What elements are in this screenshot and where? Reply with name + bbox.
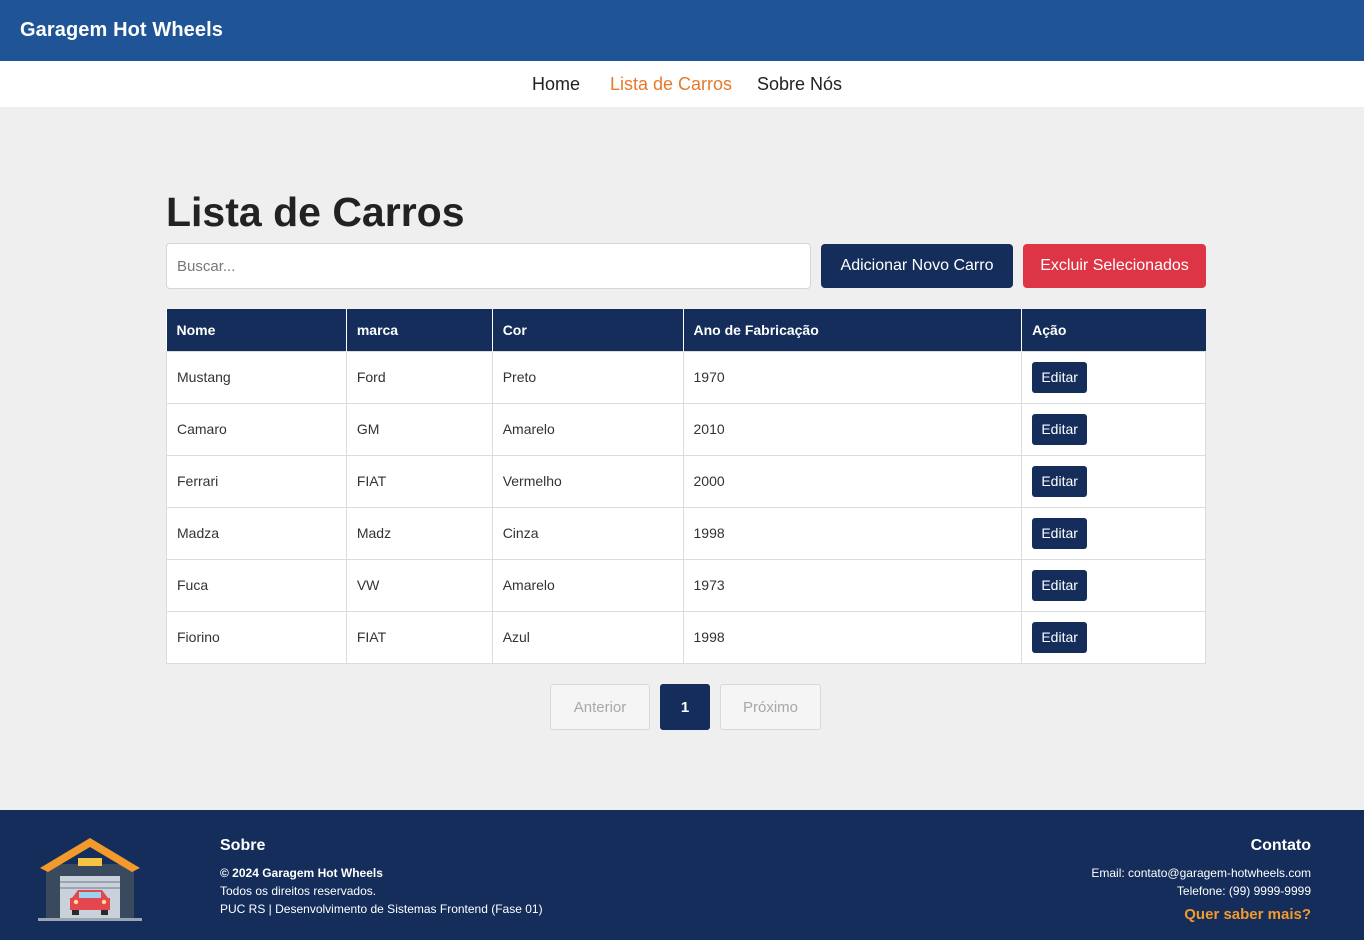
nav-item-home[interactable]: Home [532, 74, 580, 95]
search-input[interactable] [166, 243, 811, 289]
cell-cor: Cinza [491, 506, 684, 560]
add-car-button[interactable]: Adicionar Novo Carro [821, 244, 1013, 288]
cars-table: Nome marca Cor Ano de Fabricação Ação Mu… [166, 309, 1206, 664]
cell-marca: Ford [345, 350, 493, 404]
cell-acao: Editar [1021, 610, 1206, 664]
table-header-row: Nome marca Cor Ano de Fabricação Ação [166, 309, 1206, 351]
cell-marca: GM [345, 402, 493, 456]
footer-contact-title: Contato [1250, 837, 1311, 854]
cell-nome: Fiorino [166, 610, 347, 664]
cell-ano: 2010 [682, 402, 1023, 456]
garage-icon [38, 838, 142, 921]
footer-phone: Telefone: (99) 9999-9999 [1176, 884, 1311, 898]
cell-ano: 1998 [682, 610, 1023, 664]
nav-item-sobre-nos[interactable]: Sobre Nós [757, 74, 842, 95]
edit-button[interactable]: Editar [1032, 517, 1088, 549]
pagination-next-button[interactable]: Próximo [720, 684, 821, 730]
pagination-prev-button[interactable]: Anterior [550, 684, 650, 730]
table-row: Mustang Ford Preto 1970 Editar [166, 350, 1206, 404]
cell-marca: FIAT [345, 454, 493, 508]
nav-item-lista-de-carros[interactable]: Lista de Carros [610, 74, 732, 95]
cell-cor: Vermelho [491, 454, 684, 508]
footer-course: PUC RS | Desenvolvimento de Sistemas Fro… [220, 902, 543, 916]
cell-cor: Amarelo [491, 558, 684, 612]
cell-acao: Editar [1021, 558, 1206, 612]
cell-marca: FIAT [345, 610, 493, 664]
pagination-page-1-button[interactable]: 1 [660, 684, 710, 730]
cell-cor: Preto [491, 350, 684, 404]
column-header-cor: Cor [492, 309, 684, 351]
column-header-ano: Ano de Fabricação [683, 309, 1023, 351]
cars-table-container: Nome marca Cor Ano de Fabricação Ação Mu… [166, 309, 1206, 664]
cell-acao: Editar [1021, 506, 1206, 560]
cell-nome: Ferrari [166, 454, 347, 508]
footer-rights: Todos os direitos reservados. [220, 884, 377, 898]
footer-more-link[interactable]: Quer saber mais? [1184, 906, 1311, 923]
edit-button[interactable]: Editar [1032, 465, 1088, 497]
brand-title[interactable]: Garagem Hot Wheels [20, 19, 223, 42]
cell-marca: VW [345, 558, 493, 612]
table-row: Fiorino FIAT Azul 1998 Editar [166, 610, 1206, 664]
table-row: Fuca VW Amarelo 1973 Editar [166, 558, 1206, 612]
cell-ano: 1973 [682, 558, 1023, 612]
cell-cor: Amarelo [491, 402, 684, 456]
table-row: Camaro GM Amarelo 2010 Editar [166, 402, 1206, 456]
main-nav: Home Lista de Carros Sobre Nós [0, 61, 1364, 107]
footer-copyright: © 2024 Garagem Hot Wheels [220, 866, 383, 880]
site-footer: Sobre © 2024 Garagem Hot Wheels Todos os… [0, 810, 1364, 940]
cell-ano: 1998 [682, 506, 1023, 560]
cell-nome: Camaro [166, 402, 347, 456]
table-row: Madza Madz Cinza 1998 Editar [166, 506, 1206, 560]
page-title: Lista de Carros [166, 189, 465, 235]
cell-cor: Azul [491, 610, 684, 664]
cell-acao: Editar [1021, 454, 1206, 508]
cell-ano: 1970 [682, 350, 1023, 404]
delete-selected-button[interactable]: Excluir Selecionados [1023, 244, 1206, 288]
cell-marca: Madz [345, 506, 493, 560]
column-header-marca: marca [346, 309, 493, 351]
top-header: Garagem Hot Wheels [0, 0, 1364, 61]
cell-acao: Editar [1021, 350, 1206, 404]
footer-about-title: Sobre [220, 837, 266, 854]
edit-button[interactable]: Editar [1032, 361, 1088, 393]
cell-acao: Editar [1021, 402, 1206, 456]
table-row: Ferrari FIAT Vermelho 2000 Editar [166, 454, 1206, 508]
cell-nome: Fuca [166, 558, 347, 612]
footer-email[interactable]: Email: contato@garagem-hotwheels.com [1091, 866, 1311, 880]
cell-nome: Madza [166, 506, 347, 560]
column-header-nome: Nome [166, 309, 347, 351]
column-header-acao: Ação [1021, 309, 1206, 351]
edit-button[interactable]: Editar [1032, 413, 1088, 445]
edit-button[interactable]: Editar [1032, 569, 1088, 601]
cell-ano: 2000 [682, 454, 1023, 508]
cell-nome: Mustang [166, 350, 347, 404]
edit-button[interactable]: Editar [1032, 621, 1088, 653]
